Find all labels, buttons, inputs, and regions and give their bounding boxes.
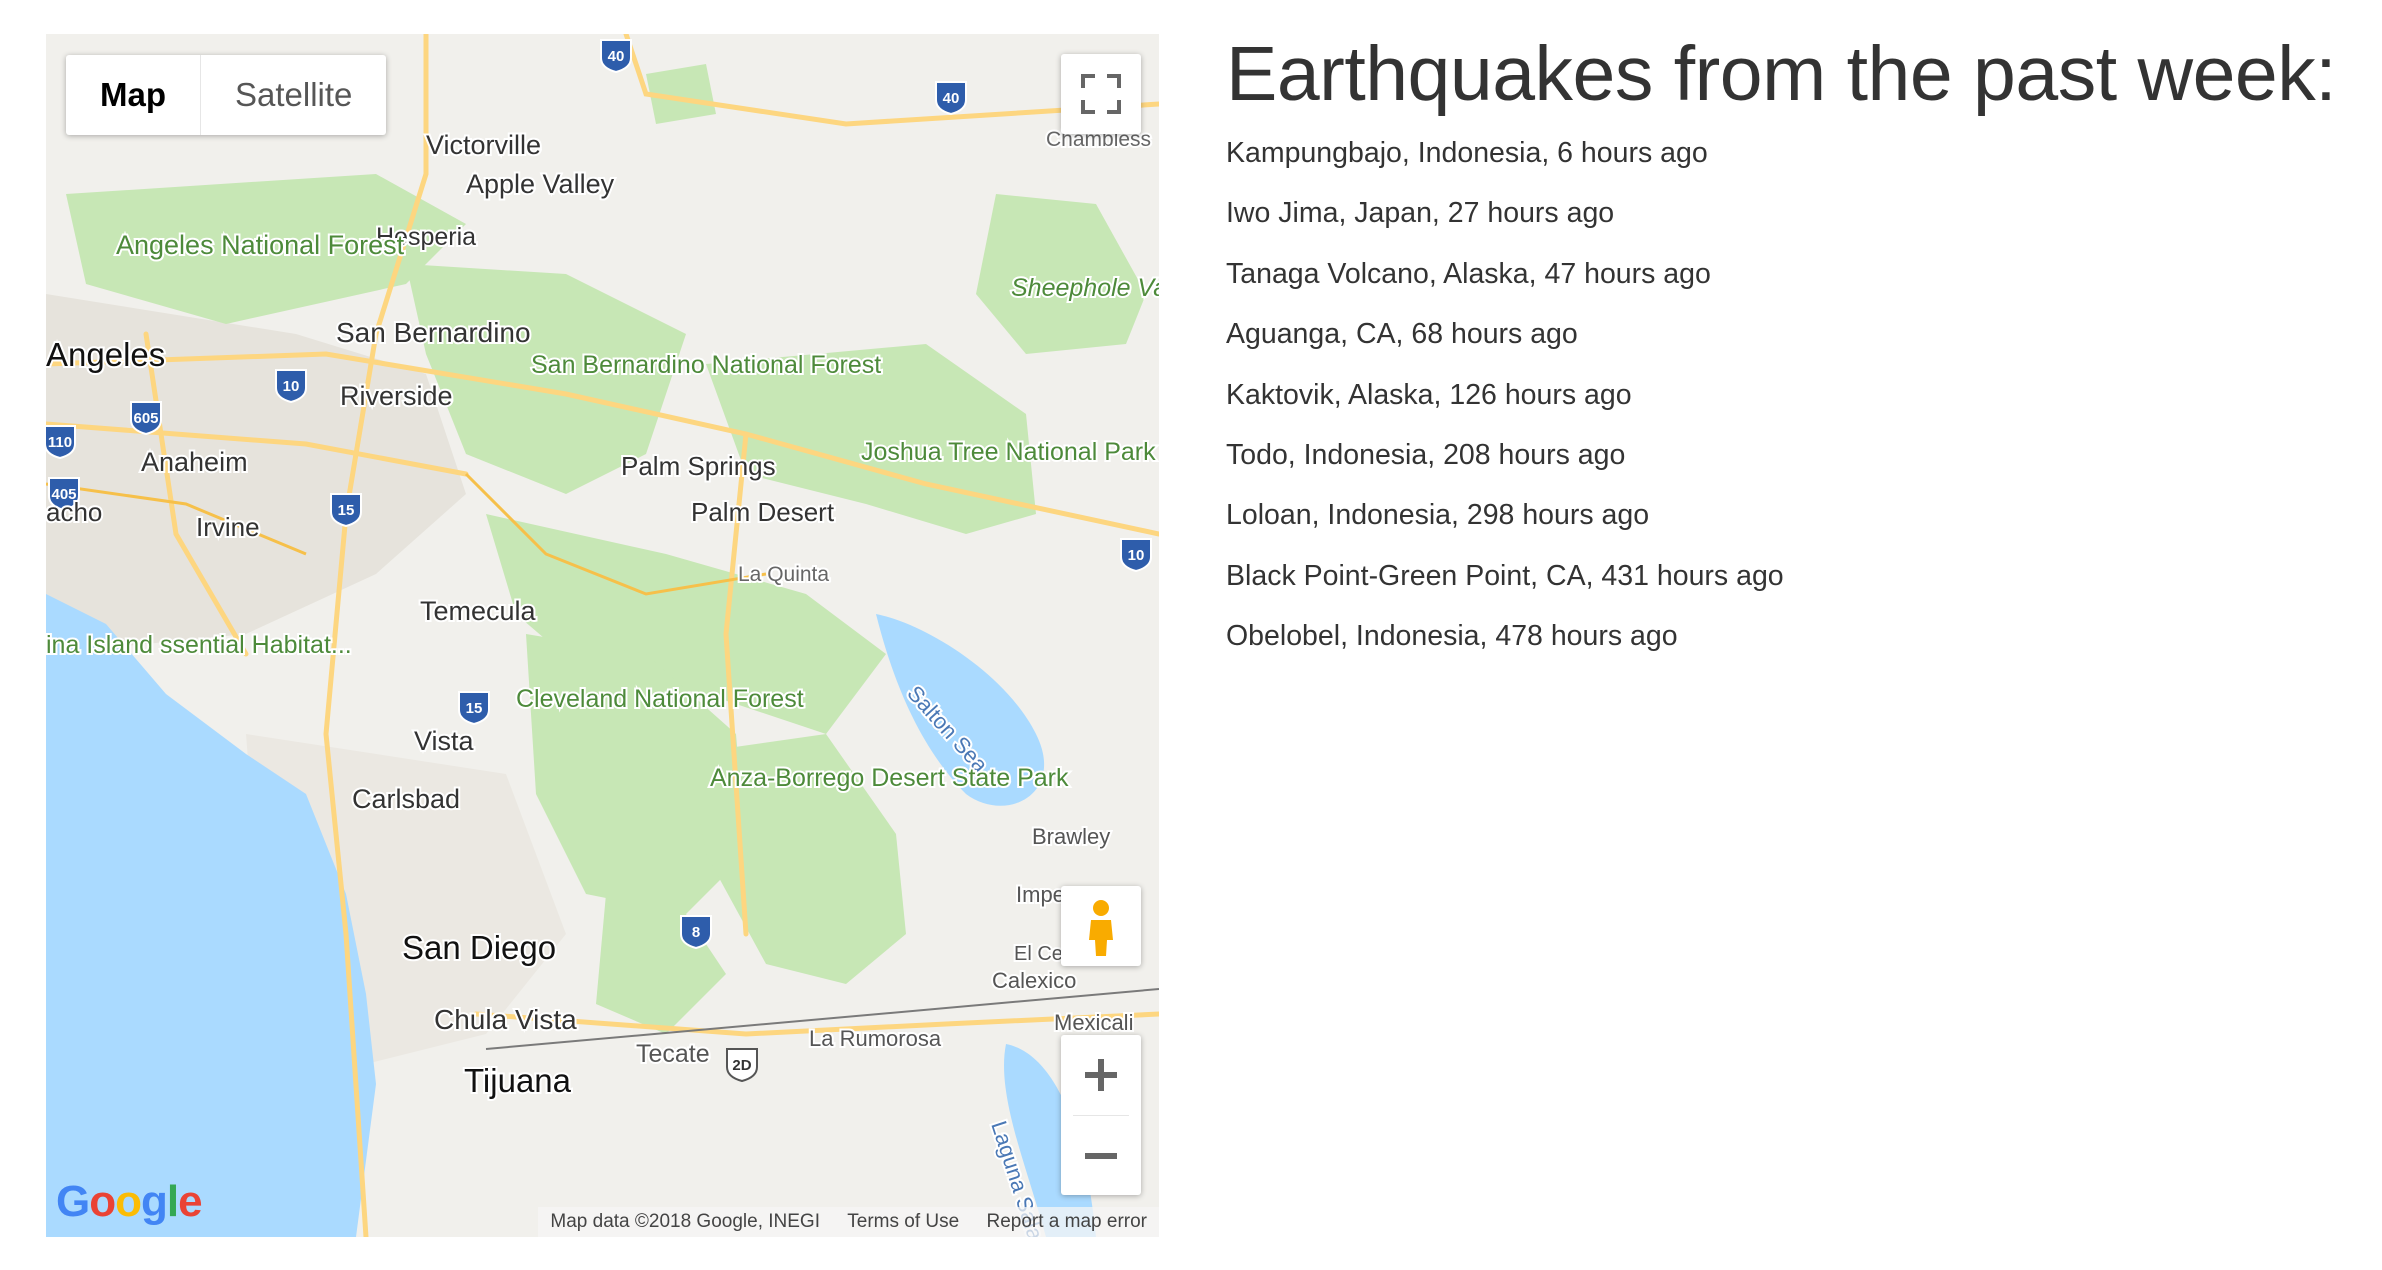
map-place-label: Carlsbad — [352, 784, 460, 814]
svg-text:110: 110 — [48, 434, 72, 451]
list-item: Black Point-Green Point, CA, 431 hours a… — [1226, 559, 1784, 592]
svg-text:15: 15 — [338, 502, 355, 519]
zoom-control — [1061, 1035, 1141, 1195]
svg-text:2D: 2D — [732, 1057, 751, 1074]
highway-shield-icon: 10 — [275, 369, 307, 404]
map-type-map-button[interactable]: Map — [66, 55, 200, 135]
highway-shield-icon: 8 — [680, 915, 712, 950]
list-item: Kampungbajo, Indonesia, 6 hours ago — [1226, 137, 1708, 169]
map-place-label: acho — [46, 497, 102, 527]
fullscreen-button[interactable] — [1061, 54, 1141, 134]
map-type-control: Map Satellite — [66, 55, 387, 135]
svg-text:40: 40 — [608, 48, 625, 65]
map-place-label: Chula Vista — [434, 1004, 577, 1035]
map-place-label: Palm Desert — [691, 497, 835, 527]
fullscreen-icon — [1081, 74, 1121, 114]
earthquake-list: Kampungbajo, Indonesia, 6 hours ago Iwo … — [1226, 133, 1784, 677]
map-place-label: Temecula — [420, 596, 537, 626]
map-place-label: Victorville — [426, 130, 541, 160]
map-place-label: Apple Valley — [466, 169, 615, 199]
list-item: Todo, Indonesia, 208 hours ago — [1226, 438, 1626, 471]
list-item: Aguanga, CA, 68 hours ago — [1226, 318, 1578, 351]
map-place-label: Tecate — [636, 1040, 710, 1068]
highway-shield-icon: 40 — [600, 39, 632, 74]
map-place-label: Riverside — [340, 381, 453, 411]
svg-text:15: 15 — [466, 700, 483, 717]
page-title: Earthquakes from the past week: — [1226, 31, 2337, 117]
map-place-label: La Rumorosa — [809, 1026, 942, 1051]
highway-shield-icon: 40 — [935, 81, 967, 116]
map-place-label: San Bernardino — [336, 317, 531, 348]
google-logo: Google — [56, 1177, 203, 1226]
minus-icon — [1085, 1152, 1117, 1159]
zoom-out-button[interactable] — [1061, 1116, 1141, 1195]
report-map-error-link[interactable]: Report a map error — [986, 1211, 1147, 1232]
street-view-pegman-button[interactable] — [1061, 886, 1141, 966]
svg-text:10: 10 — [1128, 547, 1145, 564]
list-item: Loloan, Indonesia, 298 hours ago — [1226, 499, 1650, 532]
svg-text:40: 40 — [943, 90, 960, 107]
map-place-label: Brawley — [1032, 824, 1110, 849]
plus-icon — [1085, 1059, 1117, 1091]
zoom-in-button[interactable] — [1061, 1035, 1141, 1115]
map-place-label: Cleveland National Forest — [516, 685, 804, 713]
map-place-label: Angeles National Forest — [116, 230, 405, 260]
map-place-label: Mexicali — [1054, 1010, 1133, 1035]
terms-of-use-link[interactable]: Terms of Use — [847, 1211, 959, 1232]
map-attribution: Map data ©2018 Google, INEGI Terms of Us… — [538, 1207, 1159, 1237]
map-place-label: Anaheim — [141, 447, 248, 477]
highway-shield-icon: 2D — [726, 1048, 758, 1083]
list-item: Kaktovik, Alaska, 126 hours ago — [1226, 378, 1632, 411]
map-place-label: San Bernardino National Forest — [531, 351, 881, 379]
map-type-satellite-button[interactable]: Satellite — [201, 55, 386, 135]
map-place-label: San Diego — [402, 929, 556, 966]
map-place-label: La Quinta — [738, 563, 829, 586]
map-data-credit: Map data ©2018 Google, INEGI — [550, 1211, 820, 1232]
highway-shield-icon: 15 — [458, 691, 490, 726]
highway-shield-icon: 10 — [1120, 538, 1152, 573]
map-place-label: Palm Springs — [621, 451, 776, 481]
map-place-label: Angeles — [46, 336, 165, 373]
map-place-label: Calexico — [992, 968, 1076, 993]
map-place-label: Tijuana — [464, 1062, 572, 1099]
map-place-label: Sheephole Valley Wilderness — [1011, 274, 1159, 302]
svg-text:8: 8 — [692, 924, 700, 941]
map-place-label: ina Island ssential Habitat... — [46, 631, 352, 659]
svg-text:605: 605 — [133, 410, 158, 427]
list-item: Iwo Jima, Japan, 27 hours ago — [1226, 197, 1615, 230]
map-place-label: Vista — [414, 726, 475, 756]
list-item: Tanaga Volcano, Alaska, 47 hours ago — [1226, 257, 1711, 290]
svg-text:10: 10 — [283, 378, 300, 395]
map-place-label: Joshua Tree National Park — [861, 438, 1156, 466]
list-item: Obelobel, Indonesia, 478 hours ago — [1226, 620, 1678, 653]
pegman-icon — [1089, 900, 1113, 956]
map-place-label: El Ce — [1014, 943, 1063, 965]
map[interactable]: 40401060511040515101582D PalmdaleVictorv… — [46, 34, 1159, 1237]
highway-shield-icon: 110 — [46, 425, 76, 460]
map-place-label: Anza-Borrego Desert State Park — [710, 764, 1069, 792]
map-place-label: Irvine — [196, 512, 260, 542]
highway-shield-icon: 15 — [330, 493, 362, 528]
map-canvas[interactable]: 40401060511040515101582D PalmdaleVictorv… — [46, 34, 1159, 1237]
map-place-label: Impe — [1016, 882, 1065, 907]
highway-shield-icon: 605 — [130, 401, 162, 436]
